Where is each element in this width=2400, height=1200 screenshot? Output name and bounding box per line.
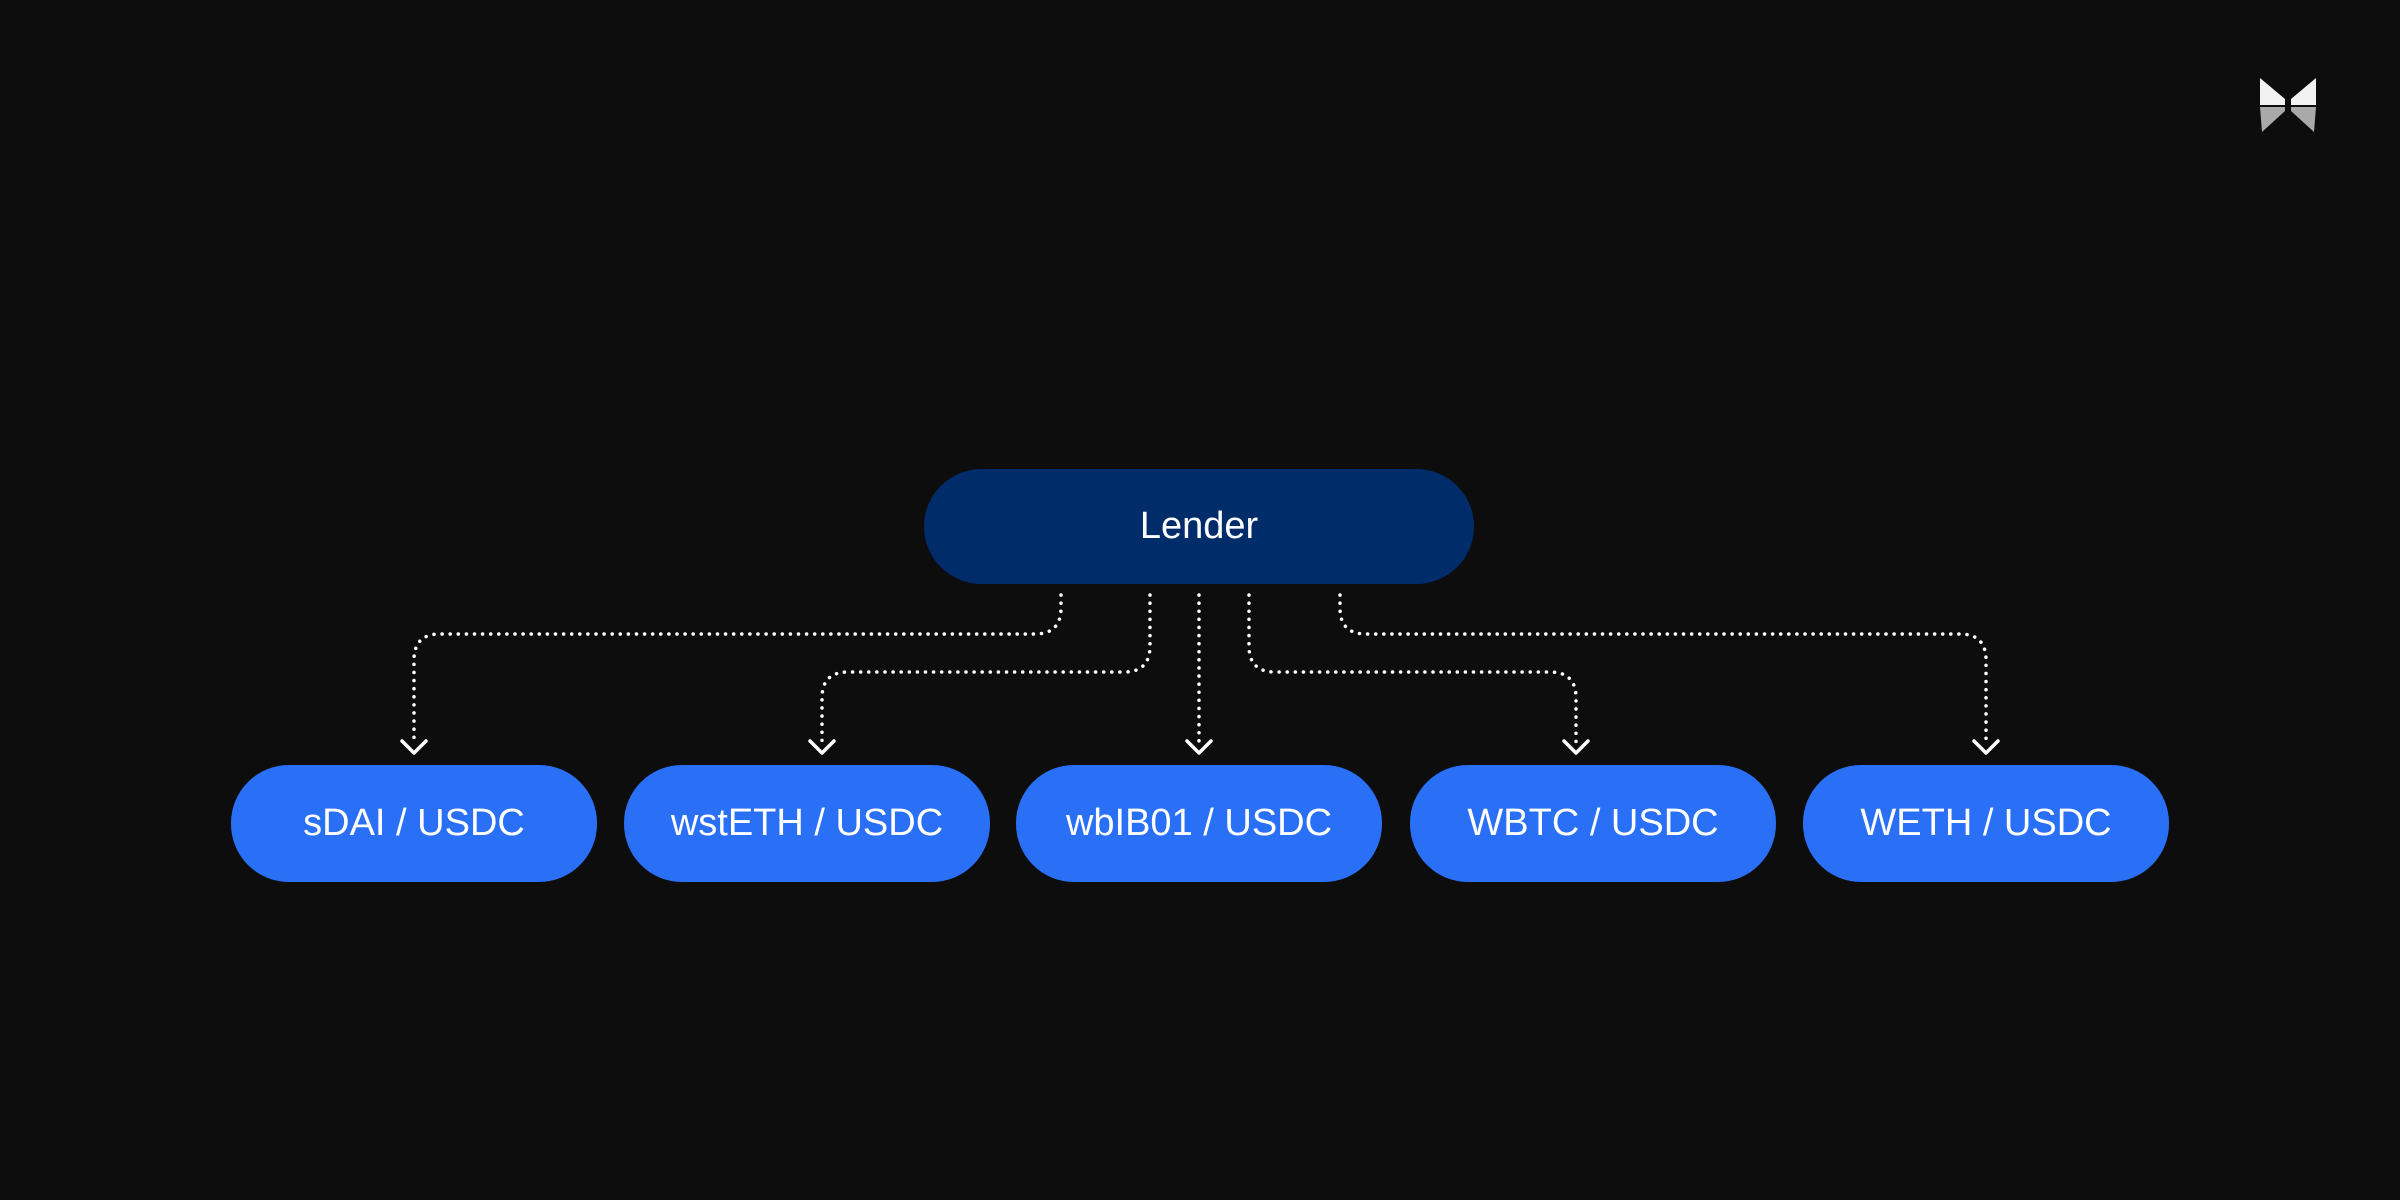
market-label: WBTC / USDC xyxy=(1467,802,1719,844)
connectors xyxy=(400,593,2000,755)
connector-line-weth xyxy=(1338,593,1988,744)
market-label: WETH / USDC xyxy=(1860,802,2112,844)
arrowhead-wsteth xyxy=(808,739,836,755)
arrowhead-wbib01 xyxy=(1185,739,1213,755)
connector-line-wsteth xyxy=(820,593,1152,744)
lender-node: Lender xyxy=(924,469,1474,584)
market-label: wbIB01 / USDC xyxy=(1065,802,1333,844)
market-node-wbib01-usdc: wbIB01 / USDC xyxy=(1016,765,1382,882)
connector-line-sdai xyxy=(412,593,1063,744)
connector-line-wbtc xyxy=(1247,593,1578,744)
market-node-wbtc-usdc: WBTC / USDC xyxy=(1410,765,1776,882)
market-node-wsteth-usdc: wstETH / USDC xyxy=(624,765,990,882)
arrowhead-sdai xyxy=(400,739,428,755)
arrowhead-weth xyxy=(1972,739,2000,755)
market-node-sdai-usdc: sDAI / USDC xyxy=(231,765,597,882)
market-label: sDAI / USDC xyxy=(303,802,525,844)
market-node-weth-usdc: WETH / USDC xyxy=(1803,765,2169,882)
market-label: wstETH / USDC xyxy=(670,802,944,844)
diagram-canvas: Lender sDAI / USDC wstETH / USDC wbIB01 … xyxy=(0,0,2400,1200)
butterfly-logo-icon xyxy=(2260,78,2316,132)
lender-label: Lender xyxy=(1139,505,1259,547)
